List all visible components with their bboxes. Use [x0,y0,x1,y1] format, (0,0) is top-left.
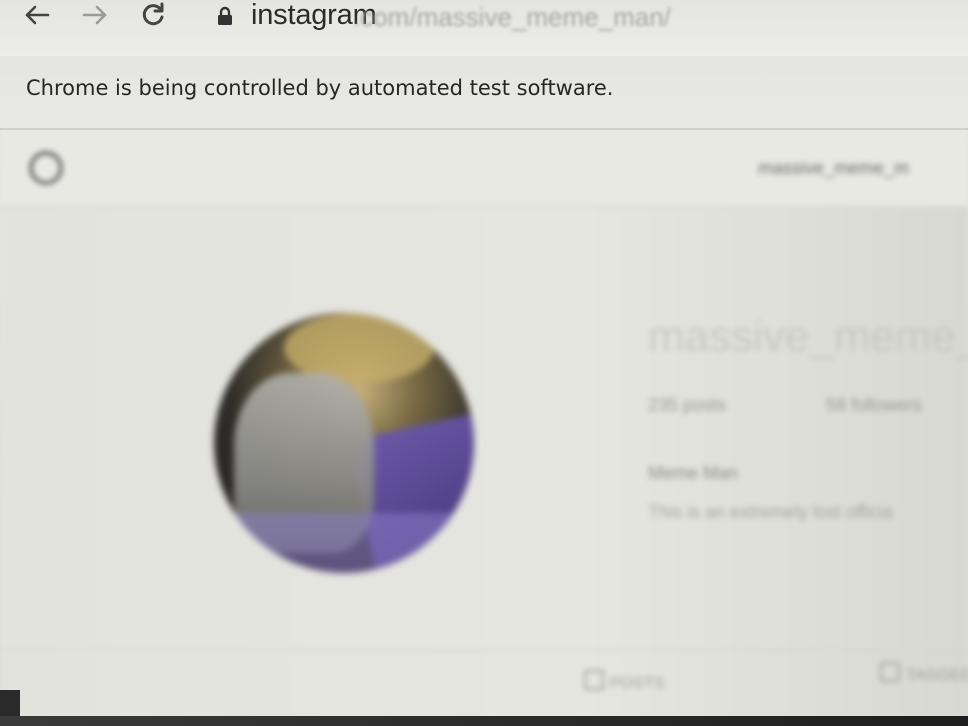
posts-count: 235 posts [648,395,727,415]
monitor-bezel-bottom [0,716,968,726]
profile-full-name: Meme Man [648,463,739,483]
instagram-header: massive_meme_m [0,130,968,207]
back-button[interactable] [20,0,54,30]
url-path: .com/massive_meme_man/ [353,2,671,32]
forward-button[interactable] [78,0,112,30]
tab-tagged-label: TAGGED [906,667,968,684]
lock-icon [218,6,232,25]
profile-bio: This is an extremely lost officia [648,502,893,522]
tab-posts[interactable]: POSTS [584,670,664,693]
arrow-left-icon [25,5,50,25]
arrow-right-icon [82,5,107,25]
tab-tagged[interactable]: TAGGED [880,662,968,685]
tab-posts-label: POSTS [610,675,665,692]
reload-button[interactable] [136,0,170,30]
automation-infobar: Chrome is being controlled by automated … [0,56,968,130]
address-bar[interactable]: instagram .com/massive_meme_man/ [205,0,968,34]
screen: instagram .com/massive_meme_man/ Chrome … [0,0,968,726]
profile-username: massive_meme_m [648,312,968,361]
instagram-page: massive_meme_m massive_meme_m 235 posts … [0,130,968,726]
header-username[interactable]: massive_meme_m [758,158,909,179]
tabs-divider [0,650,968,651]
tag-icon [880,662,900,682]
infobar-message: Chrome is being controlled by automated … [26,76,614,100]
browser-toolbar: instagram .com/massive_meme_man/ [0,0,968,56]
reload-icon [142,2,164,26]
instagram-logo-icon[interactable] [26,148,66,188]
grid-icon [584,670,604,690]
followers-count[interactable]: 58 followers [826,395,922,416]
avatar[interactable] [214,313,474,573]
